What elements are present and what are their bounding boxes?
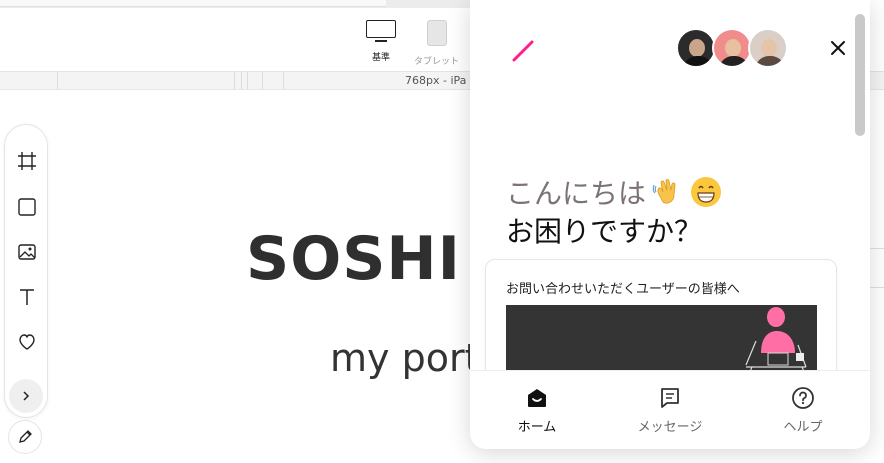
- hero-subtitle[interactable]: my port: [330, 336, 479, 380]
- card-title: お問い合わせいただくユーザーの皆様へ: [506, 282, 740, 297]
- avatar: [676, 28, 716, 68]
- heart-icon[interactable]: [16, 331, 38, 353]
- nav-messages[interactable]: メッセージ: [610, 371, 730, 449]
- close-icon[interactable]: [830, 40, 846, 56]
- frame-icon[interactable]: [16, 150, 38, 172]
- tool-palette: [4, 124, 48, 418]
- image-icon[interactable]: [16, 241, 38, 263]
- greeting-text: こんにちは: [506, 177, 647, 210]
- pencil-icon[interactable]: [8, 420, 42, 454]
- device-desktop-label: 基準: [371, 53, 390, 63]
- panel-scrollbar[interactable]: [853, 14, 867, 370]
- device-desktop-button[interactable]: 基準: [366, 20, 396, 63]
- avatar: [712, 28, 752, 68]
- monitor-icon: [366, 20, 396, 42]
- nav-home[interactable]: ホーム: [477, 371, 597, 449]
- nav-help-label: ヘルプ: [783, 420, 823, 435]
- help-icon: [792, 387, 814, 409]
- text-icon[interactable]: [16, 286, 38, 308]
- chevron-right-icon: [23, 391, 30, 401]
- home-icon: [528, 389, 546, 407]
- scrollbar-thumb[interactable]: [855, 14, 865, 136]
- browser-strip: [0, 0, 470, 8]
- brand-logo-icon: [512, 40, 534, 62]
- waving-hand-icon: [652, 179, 676, 204]
- rectangle-icon[interactable]: [16, 196, 38, 218]
- grinning-face-icon: [691, 177, 722, 207]
- nav-messages-label: メッセージ: [637, 420, 703, 435]
- widget-bottom-nav: ホーム メッセージ ヘルプ: [470, 370, 870, 449]
- tablet-icon: [426, 20, 447, 46]
- canvas-edge: [868, 248, 884, 288]
- device-tablet-label: タブレット: [414, 57, 460, 67]
- avatar: [748, 28, 788, 68]
- more-tools-button[interactable]: [9, 379, 43, 413]
- greeting-line2: お困りですか？: [506, 215, 703, 248]
- device-tablet-button[interactable]: タブレット: [414, 20, 459, 67]
- nav-help[interactable]: ヘルプ: [743, 371, 863, 449]
- nav-home-label: ホーム: [517, 420, 557, 435]
- team-avatars: [676, 28, 788, 68]
- greeting-line1: こんにちは: [506, 172, 722, 212]
- chat-widget: こんにちは お困りですか？ お問い合わせいただくユーザーの皆様へ ホーム メッセ…: [470, 0, 870, 449]
- breakpoint-label: 768px - iPa: [405, 74, 467, 87]
- message-icon: [661, 388, 679, 408]
